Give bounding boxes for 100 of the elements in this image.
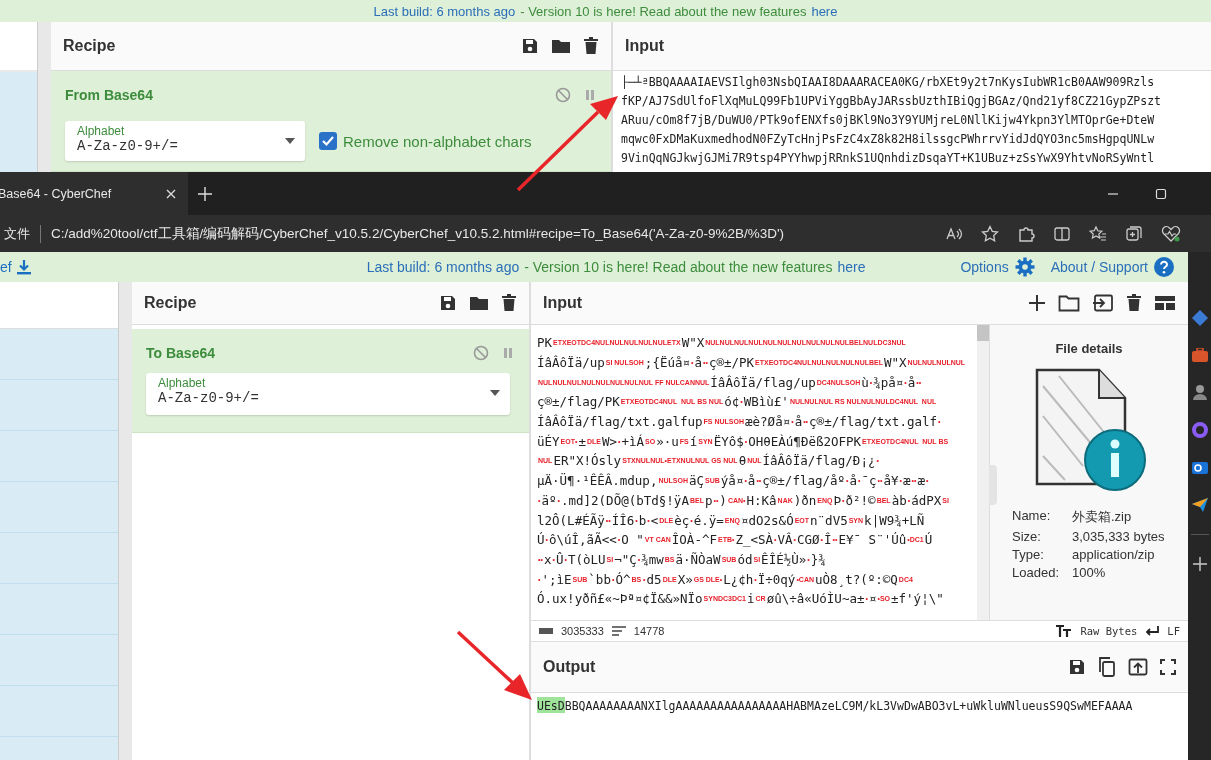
options-link[interactable]: Options — [960, 259, 1009, 275]
app-title[interactable]: ef — [0, 259, 12, 275]
operation-card[interactable]: From Base64 Alphabet A-Za-z0-9+/= Remove non-alphabet chars — [51, 71, 611, 172]
output-title: Output — [543, 658, 596, 676]
input-text: H:Kâ — [746, 492, 777, 508]
input-text: b — [638, 512, 647, 528]
detail-label: Loaded: — [1012, 565, 1060, 580]
favorites-icon[interactable] — [1089, 224, 1107, 243]
diamond-icon[interactable] — [1191, 310, 1208, 326]
input-text: èç — [674, 512, 690, 528]
input-text: ó¢ — [724, 394, 740, 410]
input-text: .md]2(DÕ@(bTd§!ÿA — [560, 492, 689, 508]
input-text: W> — [601, 433, 617, 449]
input-text: T(òLU — [567, 551, 606, 567]
about-link[interactable]: About / Support — [1050, 259, 1148, 275]
save-icon[interactable] — [521, 37, 539, 55]
input-text: p — [704, 492, 713, 508]
input-text: ádPX — [911, 492, 942, 508]
input-text: øû\÷â«UóÌU~a± — [766, 591, 865, 607]
operation-card[interactable]: To Base64 Alphabet A-Za-z0-9+/= — [132, 329, 529, 433]
input-text: Î — [824, 532, 832, 548]
detail-label: Name: — [1012, 508, 1052, 525]
person-icon[interactable] — [1191, 384, 1208, 400]
input-text: ÊÎÉ½Ù» — [761, 551, 807, 567]
split-screen-icon[interactable] — [1053, 224, 1071, 243]
replace-input-icon[interactable] — [1128, 658, 1148, 676]
features-link[interactable]: here — [811, 3, 838, 19]
save-icon[interactable] — [439, 294, 457, 312]
input-text: E¥¯ S¨'Úû — [838, 532, 907, 548]
close-icon[interactable] — [166, 188, 176, 199]
input-text: +ìÁ — [621, 433, 645, 449]
copy-icon[interactable] — [1098, 657, 1116, 677]
build-link[interactable]: Last build: 6 months ago — [373, 3, 516, 19]
help-icon[interactable] — [1154, 257, 1174, 277]
star-icon[interactable] — [981, 224, 999, 243]
scrollbar[interactable] — [977, 325, 989, 620]
mail-icon[interactable] — [1191, 460, 1208, 476]
input-text: uÒ8¸t?(º:©Q — [815, 571, 898, 587]
input-text: ¯ç — [861, 473, 877, 489]
heart-pulse-icon[interactable] — [1161, 224, 1181, 243]
build-link[interactable]: Last build: 6 months ago — [366, 259, 520, 275]
folder-icon[interactable] — [551, 37, 571, 55]
input-text: æ — [917, 473, 925, 489]
input-text: < — [650, 512, 659, 528]
new-tab-icon[interactable] — [198, 186, 212, 201]
input-text: )ðn — [793, 492, 817, 508]
input-text: Ú — [924, 532, 933, 548]
input-text: fKP/AJ7SdUlfoFlXqMuLQ99Fb1UPViYggBbAyJARssbUzthIBiQgjBGAz/Qnd21yf8CZ21GypZPszt — [621, 93, 1162, 110]
puzzle-icon[interactable] — [1017, 224, 1035, 243]
caret-icon[interactable] — [285, 138, 295, 144]
trash-icon[interactable] — [501, 294, 517, 312]
checkbox[interactable] — [319, 132, 337, 150]
read-aloud-icon[interactable] — [945, 225, 963, 242]
input-text: ËYô$ — [713, 433, 744, 449]
trash-icon[interactable] — [583, 37, 599, 55]
briefcase-icon[interactable] — [1191, 348, 1208, 362]
input-text: ¤ — [868, 591, 877, 607]
folder-icon[interactable] — [469, 294, 489, 312]
save-icon[interactable] — [1068, 658, 1086, 676]
input-text: àb — [891, 492, 907, 508]
alphabet-dropdown[interactable]: Alphabet A-Za-z0-9+/= — [65, 121, 305, 161]
input-text: ÍÎ6 — [611, 512, 635, 528]
encoding-button[interactable]: Raw Bytes — [1080, 625, 1138, 637]
banner-message: - Version 10 is here! Read about the new features — [520, 3, 807, 19]
plus-icon[interactable] — [1028, 294, 1046, 312]
font-icon[interactable] — [1056, 625, 1073, 637]
paper-plane-icon[interactable] — [1191, 498, 1208, 512]
recipe-title: Recipe — [144, 294, 197, 312]
input-text: ± — [578, 433, 586, 449]
input-text: ';ìE — [541, 571, 572, 587]
caret-icon[interactable] — [490, 390, 500, 396]
input-text: ýå¤ — [720, 473, 744, 489]
folder-icon[interactable] — [1058, 294, 1080, 312]
eol-button[interactable]: LF — [1167, 625, 1180, 637]
address-field[interactable]: C:/add%20tool/ctf工具箱/编码解码/CyberChef_v10.5.2/CyberChef_v10.5.2.html#recipe=To_Base64('A-Za-z0-9%2B/%3D') — [51, 224, 785, 243]
alphabet-dropdown[interactable]: Alphabet A-Za-z0-9+/= — [146, 373, 510, 415]
fullscreen-icon[interactable] — [1160, 659, 1176, 675]
input-text: Ó.ux!yðñ£«~Þª¤¢Ï&&»NÏo — [537, 591, 703, 607]
return-icon[interactable] — [1145, 626, 1160, 636]
features-link[interactable]: here — [837, 259, 866, 275]
collections-icon[interactable] — [1125, 224, 1143, 243]
input-text: µÄ·Ü¶·¹ÊÊÂ.mdup, — [537, 473, 658, 489]
detail-value: 外卖箱.zip — [1072, 508, 1133, 526]
layout-icon[interactable] — [1154, 294, 1176, 312]
import-icon[interactable] — [1092, 294, 1114, 312]
scheme-label: 文件 — [4, 224, 30, 243]
trash-icon[interactable] — [1126, 294, 1142, 312]
settings-icon[interactable] — [1014, 257, 1035, 277]
download-icon[interactable] — [15, 259, 32, 275]
detail-value: 100% — [1072, 565, 1107, 580]
input-text: n¨dV5 — [810, 512, 848, 528]
input-text: Û — [555, 551, 564, 567]
ring-icon[interactable] — [1191, 422, 1208, 438]
input-text: æ — [903, 473, 911, 489]
input-text: æè?Øå¤ — [745, 414, 791, 430]
collapse-handle[interactable] — [989, 465, 997, 505]
operation-name: From Base64 — [65, 87, 153, 103]
input-text: W"X — [884, 355, 907, 371]
maximize-icon[interactable] — [1155, 187, 1167, 200]
input-text: k|W9¾+LÑ — [864, 512, 925, 528]
